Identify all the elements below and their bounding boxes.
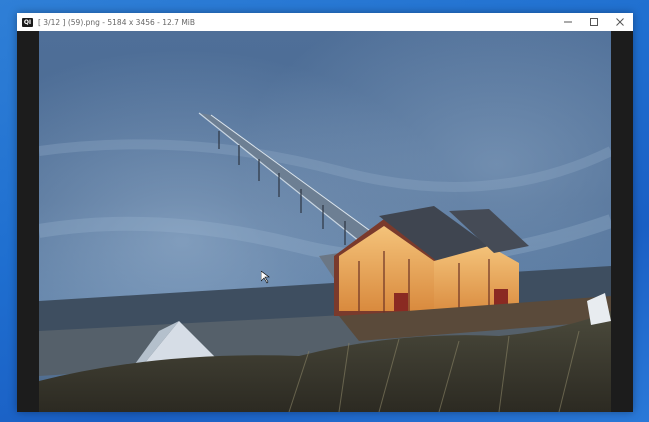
close-glyph <box>616 18 624 26</box>
title-bar[interactable]: QI [ 3/12 ] (59).png - 5184 x 3456 - 12.… <box>17 13 633 31</box>
image-canvas[interactable] <box>17 31 633 412</box>
window-controls <box>555 13 633 31</box>
close-icon[interactable] <box>607 13 633 31</box>
pier-photo <box>39 31 611 412</box>
maximize-icon[interactable] <box>581 13 607 31</box>
displayed-image <box>39 31 611 412</box>
window-title: [ 3/12 ] (59).png - 5184 x 3456 - 12.7 M… <box>38 17 196 27</box>
app-icon: QI <box>22 17 33 27</box>
mouse-cursor-icon <box>261 271 270 284</box>
maximize-glyph <box>590 18 598 26</box>
minimize-glyph <box>564 21 572 23</box>
image-viewer-window: QI [ 3/12 ] (59).png - 5184 x 3456 - 12.… <box>17 13 633 412</box>
minimize-icon[interactable] <box>555 13 581 31</box>
